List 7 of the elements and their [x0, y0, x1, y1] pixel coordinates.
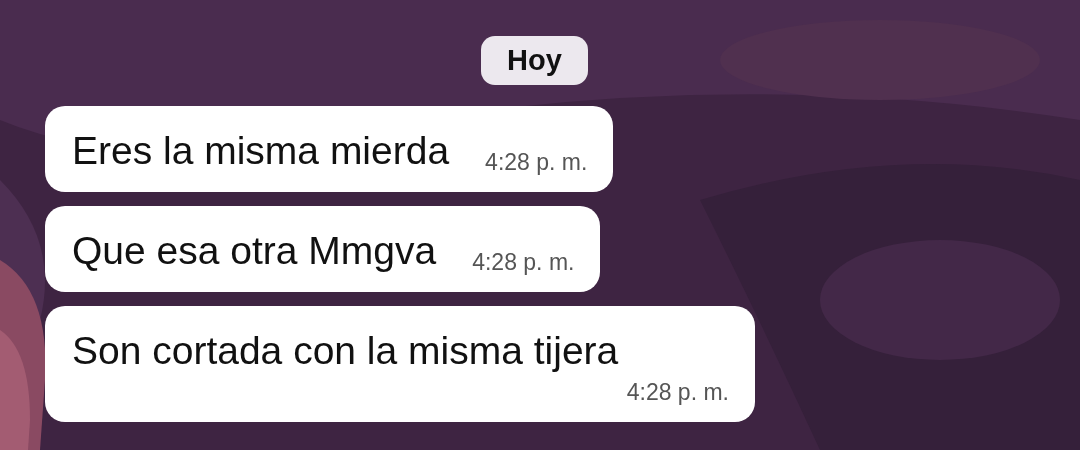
message-text: Eres la misma mierda	[72, 128, 450, 174]
message-text: Son cortada con la misma tijera	[72, 328, 619, 374]
message-time: 4:28 p. m.	[626, 378, 729, 406]
message-time: 4:28 p. m.	[472, 248, 575, 276]
message-time: 4:28 p. m.	[485, 148, 588, 176]
date-chip: Hoy	[481, 36, 588, 85]
message-text: Que esa otra Mmgva	[72, 228, 437, 274]
